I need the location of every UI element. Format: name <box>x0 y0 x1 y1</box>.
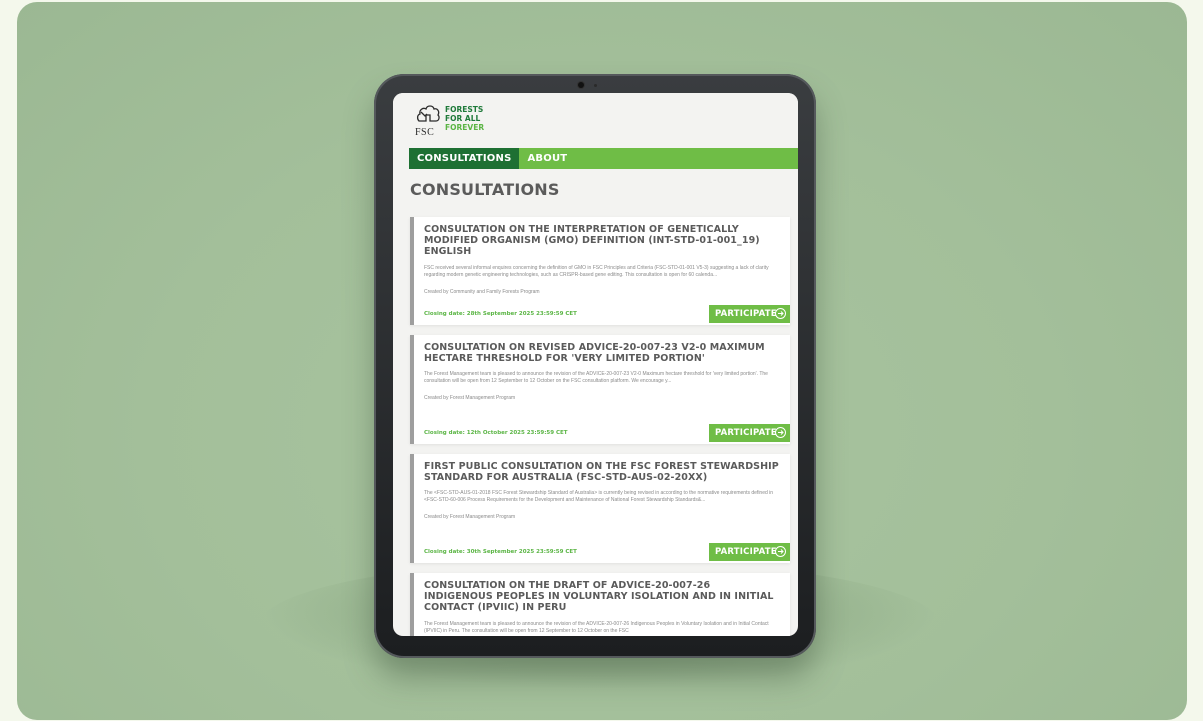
fsc-tree-logo-icon <box>416 105 440 122</box>
page-title: CONSULTATIONS <box>410 180 560 199</box>
consultation-list: CONSULTATION ON THE INTERPRETATION OF GE… <box>410 217 790 636</box>
tablet-screen: FSC FORESTS FOR ALL FOREVER CONSULTATION… <box>393 93 798 636</box>
consultation-description: The <FSC-STD-AUS-01-2018 FSC Forest Stew… <box>424 490 774 503</box>
camera-icon <box>578 82 584 88</box>
tagline-line-1: FORESTS <box>445 105 484 114</box>
arrow-right-circle-icon <box>775 427 786 438</box>
consultation-creator: Created by Forest Management Program <box>424 395 516 401</box>
consultation-card: CONSULTATION ON THE INTERPRETATION OF GE… <box>410 217 790 325</box>
consultation-description: The Forest Management team is pleased to… <box>424 621 769 634</box>
closing-date: Closing date: 12th October 2025 23:59:59… <box>424 430 568 436</box>
participate-label: PARTICIPATE <box>715 309 777 319</box>
consultation-creator: Created by Forest Management Program <box>424 514 516 520</box>
arrow-right-circle-icon <box>775 308 786 319</box>
fsc-logo[interactable]: FSC FORESTS FOR ALL FOREVER <box>415 103 505 139</box>
sensor-icon <box>594 84 597 87</box>
arrow-right-circle-icon <box>775 546 786 557</box>
tagline-line-2: FOR ALL <box>445 114 481 123</box>
participate-label: PARTICIPATE <box>715 428 777 438</box>
participate-button[interactable]: PARTICIPATE <box>709 543 790 561</box>
tab-consultations[interactable]: CONSULTATIONS <box>409 148 520 169</box>
participate-button[interactable]: PARTICIPATE <box>709 305 790 323</box>
main-nav: CONSULTATIONS ABOUT <box>409 148 798 169</box>
consultation-title[interactable]: FIRST PUBLIC CONSULTATION ON THE FSC FOR… <box>424 461 779 483</box>
consultation-card: FIRST PUBLIC CONSULTATION ON THE FSC FOR… <box>410 454 790 563</box>
tab-about[interactable]: ABOUT <box>519 148 575 169</box>
participate-button[interactable]: PARTICIPATE <box>709 424 790 442</box>
closing-date: Closing date: 28th September 2025 23:59:… <box>424 311 577 317</box>
fsc-wordmark: FSC <box>415 127 435 138</box>
consultation-card: CONSULTATION ON THE DRAFT OF ADVICE-20-0… <box>410 573 790 636</box>
consultation-description: FSC received several informal enquires c… <box>424 265 769 278</box>
consultation-title[interactable]: CONSULTATION ON REVISED ADVICE-20-007-23… <box>424 342 779 364</box>
consultation-title[interactable]: CONSULTATION ON THE INTERPRETATION OF GE… <box>424 224 779 257</box>
consultation-creator: Created by Community and Family Forests … <box>424 289 540 295</box>
tagline-line-3: FOREVER <box>445 123 485 132</box>
consultation-title[interactable]: CONSULTATION ON THE DRAFT OF ADVICE-20-0… <box>424 580 779 613</box>
logo-tagline: FORESTS FOR ALL FOREVER <box>445 105 484 132</box>
consultation-description: The Forest Management team is pleased to… <box>424 371 768 384</box>
consultation-card: CONSULTATION ON REVISED ADVICE-20-007-23… <box>410 335 790 444</box>
closing-date: Closing date: 30th September 2025 23:59:… <box>424 549 577 555</box>
participate-label: PARTICIPATE <box>715 547 777 557</box>
header: FSC FORESTS FOR ALL FOREVER <box>393 93 798 143</box>
